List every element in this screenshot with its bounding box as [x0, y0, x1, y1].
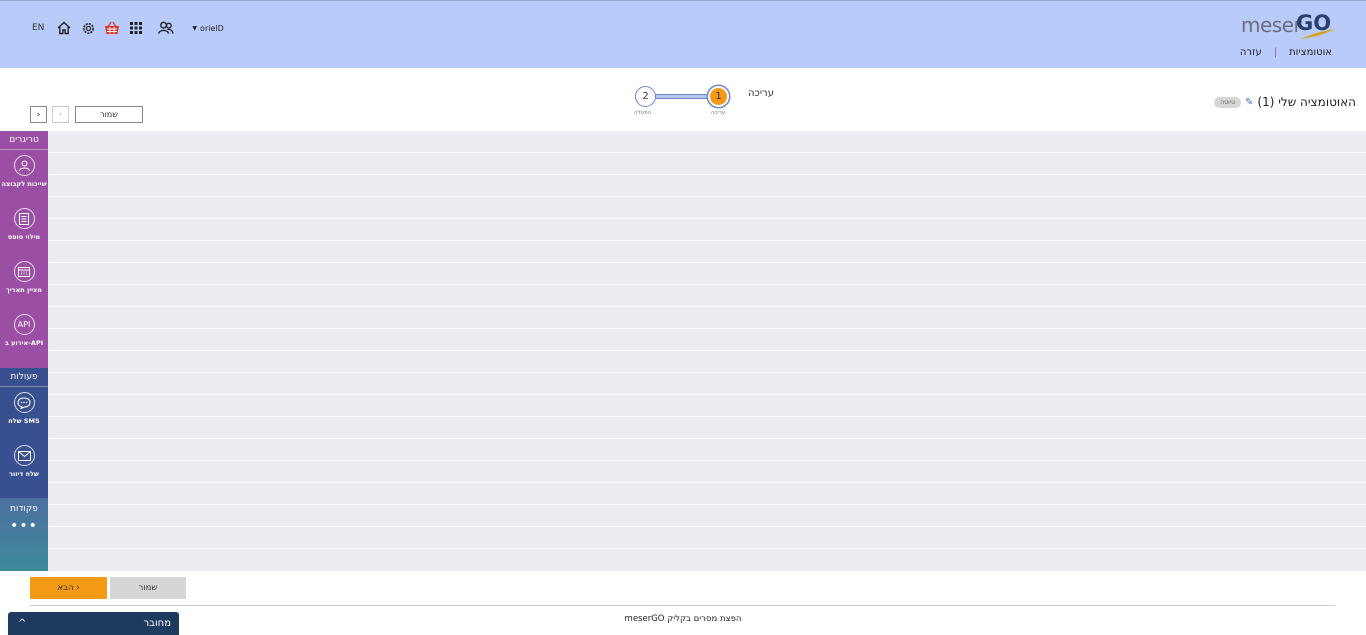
grid-line [48, 350, 1366, 351]
grid-line [48, 438, 1366, 439]
connection-status-label: מחובר [143, 618, 171, 629]
trigger-form-fill[interactable]: מילוי טופס [0, 203, 48, 256]
trigger-label: מציין תאריך [5, 286, 43, 294]
action-send-sms[interactable]: שלח SMS [0, 387, 48, 440]
triggers-group: טריגרים שייכות לקבוצה מילוי טופס מציין ת… [0, 131, 48, 368]
tools-sidebar: טריגרים שייכות לקבוצה מילוי טופס מציין ת… [0, 131, 48, 571]
trigger-label: מילוי טופס [7, 233, 41, 241]
commands-group: פקודות ••• [0, 498, 48, 571]
sms-bubble-icon [13, 392, 35, 413]
top-bar: EN ▼ orielD meser GO עזרה | אוטומציות [0, 0, 1366, 68]
step-1[interactable]: 1 [708, 86, 729, 107]
grid-line [48, 174, 1366, 175]
action-send-newsletter[interactable]: שלח דיוור [0, 440, 48, 493]
grid-line [48, 526, 1366, 527]
trigger-label: שייכות לקבוצה [1, 180, 47, 188]
language-switch[interactable]: EN [32, 23, 44, 33]
grid-line [48, 240, 1366, 241]
grid-line [48, 306, 1366, 307]
footer-divider [30, 605, 1335, 606]
edit-pencil-icon[interactable]: ✎ [1245, 97, 1253, 108]
calendar-icon [13, 261, 35, 282]
save-button-bottom[interactable]: שמור [110, 577, 186, 599]
actions-group: פעולות שלח SMS שלח דיוור [0, 368, 48, 498]
automation-canvas[interactable] [48, 131, 1366, 571]
step-1-label: עריכה [711, 110, 726, 116]
trigger-api-event[interactable]: API אירוע ב-API [0, 309, 48, 362]
chevron-up-icon[interactable]: ^ [18, 618, 26, 629]
api-icon: API [13, 314, 35, 335]
envelope-icon [13, 445, 35, 466]
user-menu[interactable]: ▼ orielD [192, 24, 223, 33]
action-label: שלח SMS [8, 417, 40, 425]
grid-line [48, 284, 1366, 285]
caret-down-icon: ▼ [192, 24, 198, 32]
nav-separator: | [1273, 47, 1278, 58]
undo-arrow-button[interactable]: ‹ [52, 106, 69, 123]
mesergo-logo[interactable]: meser GO [1241, 11, 1336, 41]
step-2-label: הפעלה [634, 110, 652, 116]
logo-swoosh-icon [1301, 29, 1335, 39]
grid-line [48, 218, 1366, 219]
more-commands-button[interactable]: ••• [0, 518, 48, 534]
logo-text-meser: meser [1241, 13, 1302, 37]
top-bar-tools: EN ▼ orielD [32, 18, 224, 38]
automation-title-area: האוטומציה שלי (1) ✎ טיוטה [1214, 95, 1356, 109]
next-button[interactable]: הבא › [30, 577, 107, 599]
page-title[interactable]: האוטומציה שלי (1) [1257, 95, 1356, 109]
redo-arrow-button[interactable]: › [30, 106, 47, 123]
grid-line [48, 152, 1366, 153]
top-nav: עזרה | אוטומציות [1240, 47, 1332, 58]
triggers-header: טריגרים [0, 131, 48, 150]
grid-line [48, 394, 1366, 395]
save-button-top[interactable]: שמור [75, 106, 143, 123]
grid-line [48, 482, 1366, 483]
user-name: orielD [200, 23, 224, 33]
home-icon[interactable] [56, 20, 72, 36]
grid-line [48, 372, 1366, 373]
nav-help[interactable]: עזרה [1240, 47, 1262, 58]
form-icon [13, 208, 35, 229]
actions-header: פעולות [0, 368, 48, 387]
grid-line [48, 196, 1366, 197]
trigger-label: אירוע ב-API [4, 339, 44, 347]
step-2[interactable]: 2 [635, 86, 656, 107]
action-label: שלח דיוור [9, 470, 39, 478]
trigger-date[interactable]: מציין תאריך [0, 256, 48, 309]
grid-line [48, 504, 1366, 505]
trigger-group-membership[interactable]: שייכות לקבוצה [0, 150, 48, 203]
apps-grid-icon[interactable] [128, 20, 144, 36]
shopping-basket-icon[interactable] [104, 20, 120, 36]
group-icon [13, 155, 35, 176]
current-step-label: עריכה [748, 88, 774, 99]
grid-line [48, 262, 1366, 263]
footer-text: meserGO הפצת מסרים בקליק [624, 614, 742, 624]
grid-line [48, 416, 1366, 417]
connection-status-bar[interactable]: ^ מחובר [8, 612, 179, 635]
grid-line [48, 460, 1366, 461]
nav-automations[interactable]: אוטומציות [1289, 47, 1332, 58]
commands-header: פקודות [10, 504, 38, 514]
grid-line [48, 328, 1366, 329]
grid-line [48, 548, 1366, 549]
status-badge: טיוטה [1214, 96, 1241, 108]
users-icon[interactable] [158, 20, 175, 36]
settings-gear-icon[interactable] [80, 20, 96, 36]
